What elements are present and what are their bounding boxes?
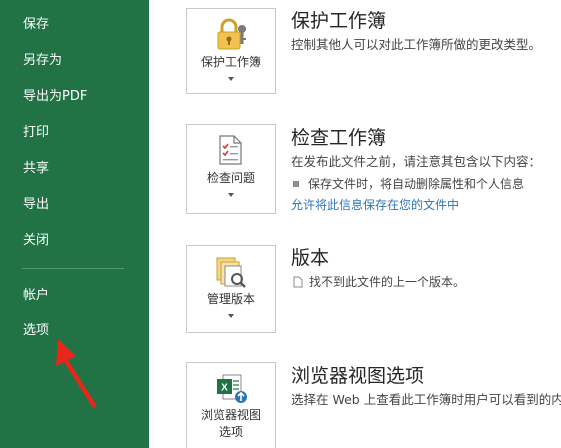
check-issues-label: 检查问题 <box>206 171 255 185</box>
browser-view-label-line2: 选项 <box>218 425 243 439</box>
browser-view-label-line1: 浏览器视图 <box>200 408 261 422</box>
browser-view-description: 选择在 Web 上查看此工作簿时用户可以看到的内容。 <box>291 392 561 407</box>
nav-item-export[interactable]: 导出 <box>23 196 49 214</box>
chevron-down-icon <box>228 314 234 318</box>
allow-save-info-link[interactable]: 允许将此信息保存在您的文件中 <box>291 197 459 213</box>
inspect-bullet: 保存文件时，将自动删除属性和个人信息 <box>293 176 524 192</box>
versions-status-text: 找不到此文件的上一个版本。 <box>309 275 466 289</box>
document-icon <box>293 276 303 287</box>
browser-view-title: 浏览器视图选项 <box>291 365 425 387</box>
sidebar-divider <box>22 268 124 269</box>
nav-item-share[interactable]: 共享 <box>23 160 49 178</box>
backstage-sidebar: 保存 另存为 导出为PDF 打印 共享 导出 关闭 帐户 选项 <box>0 0 149 448</box>
versions-status: 找不到此文件的上一个版本。 <box>293 274 465 290</box>
bullet-icon <box>293 180 299 187</box>
info-panel: 保护工作簿 保护工作簿 控制其他人可以对此工作簿所做的更改类型。 检查问题 检查… <box>149 0 561 448</box>
protect-workbook-title: 保护工作簿 <box>291 10 387 32</box>
nav-item-close[interactable]: 关闭 <box>23 232 49 250</box>
excel-browser-view-icon: X <box>187 371 275 405</box>
nav-item-options[interactable]: 选项 <box>23 322 49 340</box>
inspect-workbook-title: 检查工作簿 <box>291 127 387 149</box>
inspect-workbook-description: 在发布此文件之前，请注意其包含以下内容： <box>291 154 542 169</box>
nav-item-export-pdf[interactable]: 导出为PDF <box>23 88 87 106</box>
versions-title: 版本 <box>291 247 330 269</box>
inspect-checklist-icon <box>187 133 275 167</box>
check-issues-button[interactable]: 检查问题 <box>186 124 276 214</box>
nav-item-print[interactable]: 打印 <box>23 124 49 142</box>
manage-versions-label: 管理版本 <box>206 292 255 306</box>
protect-workbook-button[interactable]: 保护工作簿 <box>186 8 276 94</box>
manage-versions-icon <box>187 254 275 290</box>
protect-workbook-description: 控制其他人可以对此工作簿所做的更改类型。 <box>291 37 542 52</box>
browser-view-options-button[interactable]: X 浏览器视图 选项 <box>186 362 276 448</box>
nav-item-save[interactable]: 保存 <box>23 16 49 34</box>
nav-item-save-as[interactable]: 另存为 <box>23 52 62 70</box>
nav-item-account[interactable]: 帐户 <box>23 287 49 305</box>
chevron-down-icon <box>228 77 234 81</box>
chevron-down-icon <box>228 193 234 197</box>
inspect-bullet-text: 保存文件时，将自动删除属性和个人信息 <box>308 177 525 191</box>
protect-workbook-label: 保护工作簿 <box>200 55 261 69</box>
lock-key-icon <box>187 17 275 51</box>
manage-versions-button[interactable]: 管理版本 <box>186 245 276 333</box>
svg-text:X: X <box>221 383 228 394</box>
